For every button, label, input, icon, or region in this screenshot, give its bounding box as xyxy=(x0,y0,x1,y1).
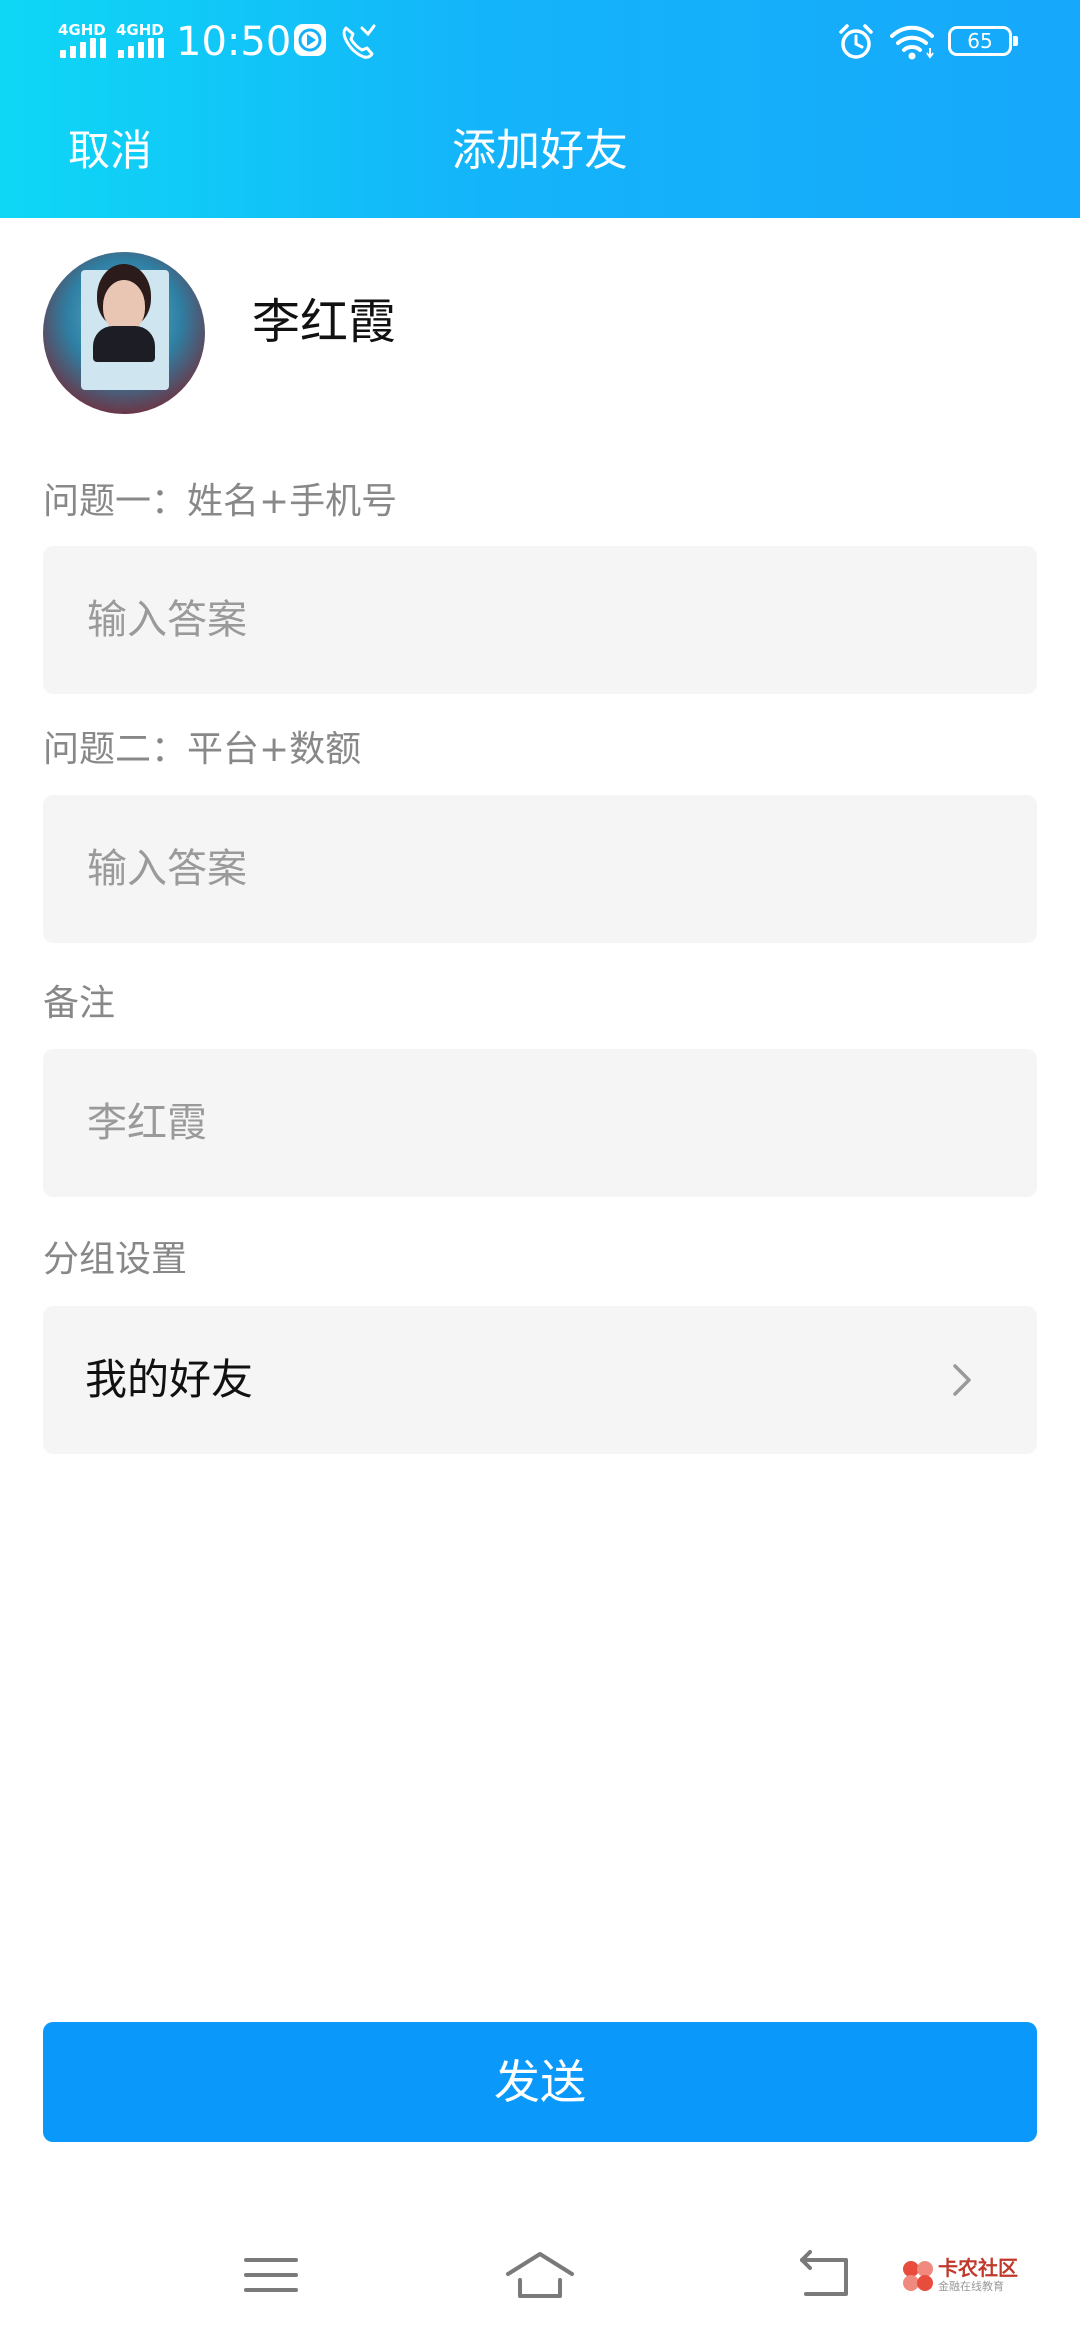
group-setting-label: 分组设置 xyxy=(43,1239,188,1280)
group-value: 我的好友 xyxy=(85,1355,254,1404)
network-type-label: 4GHD xyxy=(116,21,164,39)
watermark-subtitle: 金融在线教育 xyxy=(938,2280,1004,2293)
friend-name: 李红霞 xyxy=(252,294,397,350)
question-1-placeholder: 输入答案 xyxy=(87,597,247,643)
send-button[interactable]: 发送 xyxy=(43,2022,1037,2142)
avatar-face xyxy=(103,280,145,332)
back-icon[interactable] xyxy=(796,2248,852,2302)
group-selector[interactable]: 我的好友 xyxy=(43,1306,1037,1454)
signal-sim1-icon: 4GHD xyxy=(58,22,112,62)
watermark-title: 卡农社区 xyxy=(938,2256,1018,2280)
battery-icon: 65 xyxy=(948,26,1018,56)
question-2-input[interactable]: 输入答案 xyxy=(43,795,1037,943)
remark-label: 备注 xyxy=(43,983,116,1024)
remark-placeholder: 李红霞 xyxy=(87,1100,207,1146)
status-bar: 4GHD 4GHD 10:50 65 xyxy=(0,0,1080,84)
chevron-right-icon xyxy=(953,1364,971,1396)
avatar[interactable] xyxy=(43,252,205,414)
wifi-icon xyxy=(890,25,934,60)
home-icon[interactable] xyxy=(504,2248,576,2302)
question-1-input[interactable]: 输入答案 xyxy=(43,546,1037,694)
header-bar: 4GHD 4GHD 10:50 65 取消 添加好友 xyxy=(0,0,1080,218)
watermark-logo-icon xyxy=(903,2261,933,2291)
menu-icon[interactable] xyxy=(244,2248,298,2302)
question-2-placeholder: 输入答案 xyxy=(87,846,247,892)
watermark: 卡农社区 金融在线教育 xyxy=(900,2256,1022,2300)
battery-level: 65 xyxy=(967,29,993,53)
question-1-label: 问题一：姓名+手机号 xyxy=(43,481,398,522)
status-time: 10:50 xyxy=(176,19,292,65)
video-app-icon xyxy=(294,24,326,56)
alarm-clock-icon xyxy=(839,24,873,59)
remark-input[interactable]: 李红霞 xyxy=(43,1049,1037,1197)
avatar-suit xyxy=(93,326,155,362)
page-title: 添加好友 xyxy=(452,125,628,176)
question-2-label: 问题二：平台+数额 xyxy=(43,729,362,770)
phone-call-icon xyxy=(342,24,376,59)
network-type-label: 4GHD xyxy=(58,21,106,39)
signal-sim2-icon: 4GHD xyxy=(116,22,170,62)
